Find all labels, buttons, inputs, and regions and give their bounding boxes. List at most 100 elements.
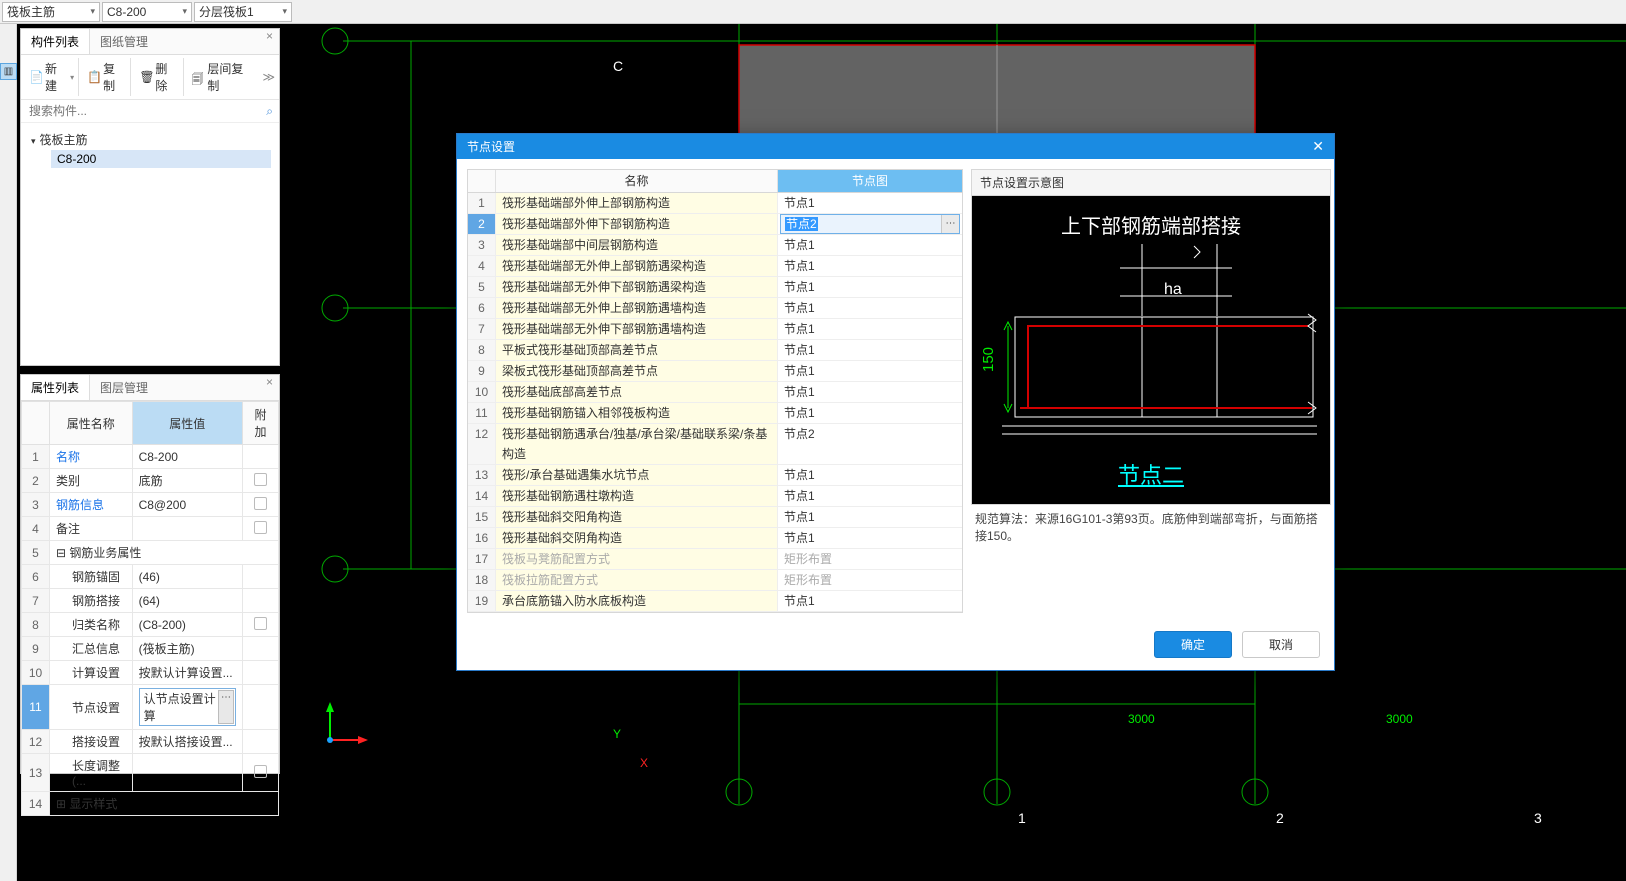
chevron-down-icon: ▾	[90, 6, 95, 17]
property-row[interactable]: 1名称C8-200	[22, 445, 279, 469]
component-dropdown[interactable]: C8-200▾	[102, 2, 192, 22]
ellipsis-button[interactable]: ⋯	[218, 690, 234, 724]
diagram-area: 上下部钢筋端部搭接	[971, 195, 1331, 505]
property-row[interactable]: 5⊟ 钢筋业务属性	[22, 541, 279, 565]
search-icon[interactable]: ⌕	[266, 104, 273, 119]
caret-down-icon: ▾	[31, 136, 36, 146]
property-row[interactable]: 4备注	[22, 517, 279, 541]
tree-child-selected[interactable]: C8-200	[51, 150, 271, 168]
node-row[interactable]: 10筏形基础底部高差节点节点1	[468, 382, 962, 403]
node-row[interactable]: 17筏板马凳筋配置方式矩形布置	[468, 549, 962, 570]
node-row[interactable]: 18筏板拉筋配置方式矩形布置	[468, 570, 962, 591]
property-row[interactable]: 11节点设置认节点设置计算⋯	[22, 685, 279, 730]
dialog-title: 节点设置	[467, 138, 515, 155]
delete-button[interactable]: 🗑删除	[135, 58, 183, 96]
component-tree: ▾筏板主筋 C8-200	[21, 123, 279, 174]
y-axis-label: Y	[613, 727, 621, 741]
node-row[interactable]: 3筏形基础端部中间层钢筋构造节点1	[468, 235, 962, 256]
extra-checkbox[interactable]	[254, 521, 267, 534]
node-row[interactable]: 4筏形基础端部无外伸上部钢筋遇梁构造节点1	[468, 256, 962, 277]
diagram-title: 上下部钢筋端部搭接	[1061, 210, 1241, 239]
property-row[interactable]: 6钢筋锚固(46)	[22, 565, 279, 589]
panel-close-icon[interactable]: ×	[262, 29, 277, 43]
search-input[interactable]	[21, 100, 279, 122]
node-row[interactable]: 16筏形基础斜交阴角构造节点1	[468, 528, 962, 549]
property-row[interactable]: 8归类名称(C8-200)	[22, 613, 279, 637]
property-row[interactable]: 12搭接设置按默认搭接设置...	[22, 730, 279, 754]
copy-button[interactable]: 📋复制	[83, 58, 131, 96]
grid-header-node[interactable]: 节点图	[778, 170, 962, 192]
node-settings-dialog: 节点设置 ✕ 名称 节点图 1筏形基础端部外伸上部钢筋构造节点12筏形基础端部外…	[456, 133, 1335, 671]
node-row[interactable]: 19承台底筋锚入防水底板构造节点1	[468, 591, 962, 612]
node-row[interactable]: 11筏形基础钢筋锚入相邻筏板构造节点1	[468, 403, 962, 424]
diagram-ha-label: ha	[1164, 281, 1182, 299]
property-panel: × 属性列表 图层管理 属性名称 属性值 附加 1名称C8-2002类别底筋3钢…	[20, 374, 280, 774]
x-axis-label: X	[640, 756, 648, 770]
grid-header-name: 名称	[496, 170, 778, 192]
toolbar-overflow-icon[interactable]: ≫	[262, 70, 275, 84]
ok-button[interactable]: 确定	[1154, 631, 1232, 658]
left-strip-button[interactable]: ▥	[0, 63, 17, 80]
property-row[interactable]: 2类别底筋	[22, 469, 279, 493]
component-list-panel: × 构件列表 图纸管理 📄新建▾ 📋复制 🗑删除 🗐层间复制 ≫ ⌕ ▾筏板主筋…	[20, 28, 280, 366]
node-list-grid: 名称 节点图 1筏形基础端部外伸上部钢筋构造节点12筏形基础端部外伸下部钢筋构造…	[467, 169, 963, 613]
col-header-value[interactable]: 属性值	[132, 402, 242, 445]
tab-attribute-list[interactable]: 属性列表	[21, 375, 90, 400]
floor-copy-button[interactable]: 🗐层间复制	[188, 58, 259, 96]
tab-component-list[interactable]: 构件列表	[21, 29, 90, 54]
chevron-down-icon: ▾	[182, 6, 187, 17]
ellipsis-button[interactable]: ⋯	[941, 215, 959, 233]
copy-icon: 📋	[87, 70, 101, 84]
chevron-down-icon: ▾	[282, 6, 287, 17]
component-search: ⌕	[21, 100, 279, 123]
layer-dropdown[interactable]: 分层筏板1▾	[194, 2, 292, 22]
diagram-panel: 节点设置示意图 上下部钢筋端部搭接	[971, 169, 1331, 547]
node-row[interactable]: 15筏形基础斜交阳角构造节点1	[468, 507, 962, 528]
node-row[interactable]: 12筏形基础钢筋遇承台/独基/承台梁/基础联系梁/条基构造节点2	[468, 424, 962, 465]
floorcopy-icon: 🗐	[192, 70, 206, 84]
col-header-name: 属性名称	[50, 402, 133, 445]
node-row[interactable]: 2筏形基础端部外伸下部钢筋构造节点2⋯	[468, 214, 962, 235]
panel-close-icon[interactable]: ×	[262, 375, 277, 389]
cancel-button[interactable]: 取消	[1242, 631, 1320, 658]
tree-root[interactable]: ▾筏板主筋	[29, 129, 271, 150]
grid-bubble-2: 2	[1276, 810, 1284, 826]
new-icon: 📄	[29, 70, 43, 84]
property-row[interactable]: 14⊞ 显示样式	[22, 792, 279, 816]
tab-drawing-mgmt[interactable]: 图纸管理	[90, 29, 158, 54]
top-dropdown-bar: 筏板主筋▾ C8-200▾ 分层筏板1▾	[0, 0, 1626, 24]
dim-3000b: 3000	[1386, 712, 1413, 726]
component-toolbar: 📄新建▾ 📋复制 🗑删除 🗐层间复制 ≫	[21, 55, 279, 100]
grid-bubble-3: 3	[1534, 810, 1542, 826]
node-row[interactable]: 6筏形基础端部无外伸上部钢筋遇墙构造节点1	[468, 298, 962, 319]
node-row[interactable]: 8平板式筏形基础顶部高差节点节点1	[468, 340, 962, 361]
node-row[interactable]: 14筏形基础钢筋遇柱墩构造节点1	[468, 486, 962, 507]
property-row[interactable]: 10计算设置按默认计算设置...	[22, 661, 279, 685]
diagram-caption: 节点设置示意图	[971, 169, 1331, 195]
extra-checkbox[interactable]	[254, 497, 267, 510]
tab-layer-mgmt[interactable]: 图层管理	[90, 375, 158, 400]
new-button[interactable]: 📄新建▾	[25, 58, 79, 96]
node-row[interactable]: 9梁板式筏形基础顶部高差节点节点1	[468, 361, 962, 382]
diagram-note: 规范算法：来源16G101-3第93页。底筋伸到端部弯折，与面筋搭接150。	[971, 505, 1331, 547]
property-row[interactable]: 3钢筋信息C8@200	[22, 493, 279, 517]
node-row[interactable]: 1筏形基础端部外伸上部钢筋构造节点1	[468, 193, 962, 214]
extra-checkbox[interactable]	[254, 765, 267, 778]
grid-header-blank	[468, 170, 496, 192]
diagram-150-label: 150	[980, 347, 997, 372]
node-row[interactable]: 7筏形基础端部无外伸下部钢筋遇墙构造节点1	[468, 319, 962, 340]
dialog-close-icon[interactable]: ✕	[1312, 138, 1324, 155]
extra-checkbox[interactable]	[254, 473, 267, 486]
grid-bubble-C: C	[613, 58, 623, 74]
chevron-down-icon: ▾	[70, 73, 74, 82]
category-dropdown[interactable]: 筏板主筋▾	[2, 2, 100, 22]
left-tool-strip: ▥	[0, 24, 17, 881]
property-row[interactable]: 9汇总信息(筏板主筋)	[22, 637, 279, 661]
col-header-extra: 附加	[243, 402, 279, 445]
property-row[interactable]: 7钢筋搭接(64)	[22, 589, 279, 613]
node-row[interactable]: 13筏形/承台基础遇集水坑节点节点1	[468, 465, 962, 486]
extra-checkbox[interactable]	[254, 617, 267, 630]
property-row[interactable]: 13长度调整(...	[22, 754, 279, 792]
node-row[interactable]: 5筏形基础端部无外伸下部钢筋遇梁构造节点1	[468, 277, 962, 298]
dialog-titlebar[interactable]: 节点设置 ✕	[457, 134, 1334, 159]
